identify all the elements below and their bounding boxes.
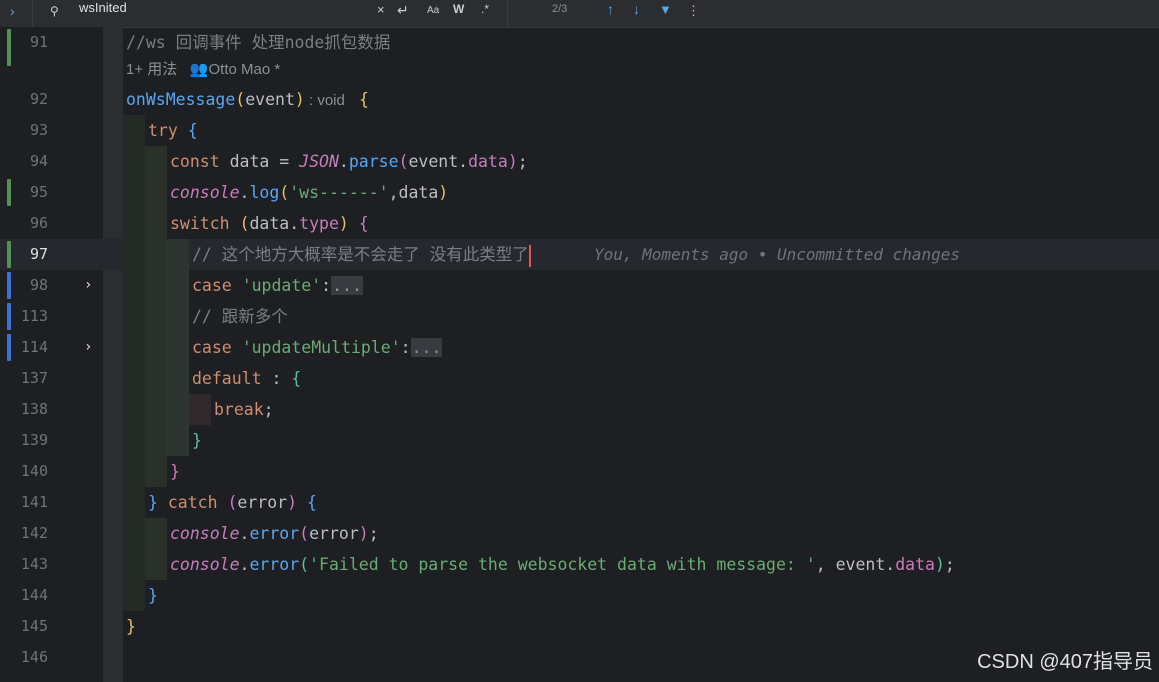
usages-hint[interactable]: 1+ 用法 👥Otto Mao * [126, 54, 280, 85]
code-text: } [170, 462, 180, 481]
text-caret [528, 244, 531, 267]
more-vert-icon[interactable]: ⋮ [687, 3, 700, 19]
line-number: 144 [20, 586, 48, 604]
code-line[interactable]: 92 onWsMessage(event) : void { [0, 84, 1159, 115]
code-text: onWsMessage(event) : void { [126, 90, 369, 109]
line-number: 97 [29, 245, 48, 263]
code-line[interactable]: 145 } [0, 611, 1159, 642]
git-blame-annotation[interactable]: You, Moments ago • Uncommitted changes [594, 239, 960, 270]
code-line[interactable]: 95 console.log('ws------',data) [0, 177, 1159, 208]
code-text: break; [214, 400, 274, 419]
line-number: 137 [20, 369, 48, 387]
code-line[interactable]: 140 } [0, 456, 1159, 487]
enter-icon[interactable]: ↵ [397, 2, 409, 19]
code-text: switch (data.type) { [170, 214, 369, 233]
line-number: 140 [20, 462, 48, 480]
divider [32, 0, 33, 27]
line-number: 142 [20, 524, 48, 542]
divider [507, 0, 508, 27]
close-icon[interactable]: × [377, 2, 385, 17]
code-text: } catch (error) { [148, 493, 317, 512]
code-line[interactable]: 139 } [0, 425, 1159, 456]
line-number: 145 [20, 617, 48, 635]
regex-button[interactable]: .* [481, 2, 489, 16]
line-number: 146 [20, 648, 48, 666]
code-line[interactable]: 138 break; [0, 394, 1159, 425]
match-counter: 2/3 [552, 3, 568, 15]
code-text: case 'update':... [192, 276, 363, 295]
code-text: } [192, 431, 202, 450]
search-history-icon[interactable]: ⚲ [50, 4, 59, 18]
code-text: console.error(error); [170, 524, 379, 543]
code-line[interactable]: 141 } catch (error) { [0, 487, 1159, 518]
code-line[interactable]: 94 const data = JSON.parse(event.data); [0, 146, 1159, 177]
usages-text[interactable]: 1+ 用法 [126, 61, 177, 78]
words-button[interactable]: W [453, 2, 464, 16]
code-line[interactable]: 93 try { [0, 115, 1159, 146]
find-bar: › ⚲ wsInited × ↵ Aa W .* 2/3 ↑ ↓ ▼ ⋮ [0, 0, 1159, 28]
code-text: } [148, 586, 158, 605]
line-number: 139 [20, 431, 48, 449]
arrow-up-icon[interactable]: ↑ [607, 1, 614, 17]
code-text: try { [148, 121, 198, 140]
watermark-text: CSDN @407指导员 [977, 651, 1153, 673]
code-line[interactable]: 142 console.error(error); [0, 518, 1159, 549]
comment: // 这个地方大概率是不会走了 没有此类型了 [192, 239, 531, 270]
search-input[interactable]: wsInited [79, 0, 127, 15]
line-number: 95 [29, 183, 48, 201]
match-case-button[interactable]: Aa [427, 5, 439, 16]
comment: // 跟新多个 [192, 307, 288, 326]
code-line[interactable]: 114 › case 'updateMultiple':... [0, 332, 1159, 363]
line-number: 93 [29, 121, 48, 139]
folded-region[interactable]: ... [331, 276, 363, 295]
chevron-right-icon[interactable]: › [84, 332, 92, 363]
line-number: 143 [20, 555, 48, 573]
line-number: 141 [20, 493, 48, 511]
code-editor[interactable]: 91 //ws 回调事件 处理node抓包数据 1+ 用法 👥Otto Mao … [0, 27, 1159, 682]
chevron-right-icon[interactable]: › [84, 270, 92, 301]
code-line[interactable]: 137 default : { [0, 363, 1159, 394]
code-text: console.error('Failed to parse the webso… [170, 555, 955, 574]
folded-region[interactable]: ... [410, 338, 443, 357]
code-text: } [126, 617, 136, 636]
inlay-hints: 1+ 用法 👥Otto Mao * [0, 54, 1159, 85]
chevron-right-icon[interactable]: › [10, 3, 15, 19]
code-line[interactable]: 143 console.error('Failed to parse the w… [0, 549, 1159, 580]
filter-icon[interactable]: ▼ [659, 2, 672, 17]
code-text: default : { [192, 369, 302, 388]
arrow-down-icon[interactable]: ↓ [633, 1, 640, 17]
code-line[interactable]: 144 } [0, 580, 1159, 611]
code-text: case 'updateMultiple':... [192, 338, 443, 357]
vcs-marker [7, 56, 11, 66]
author-text[interactable]: Otto Mao * [208, 61, 280, 78]
line-number: 114 [20, 338, 48, 356]
line-number: 92 [29, 90, 48, 108]
user-icon: 👥 [189, 61, 209, 78]
line-number: 98 [29, 276, 48, 294]
code-line[interactable]: 113 // 跟新多个 [0, 301, 1159, 332]
code-line[interactable]: 96 switch (data.type) { [0, 208, 1159, 239]
line-number: 94 [29, 152, 48, 170]
code-text: console.log('ws------',data) [170, 183, 449, 202]
line-number: 96 [29, 214, 48, 232]
line-number: 138 [20, 400, 48, 418]
code-line-current[interactable]: 97 // 这个地方大概率是不会走了 没有此类型了 You, Moments a… [0, 239, 1159, 270]
code-text: const data = JSON.parse(event.data); [170, 152, 528, 171]
code-line[interactable]: 98 › case 'update':... [0, 270, 1159, 301]
line-number: 113 [20, 307, 48, 325]
